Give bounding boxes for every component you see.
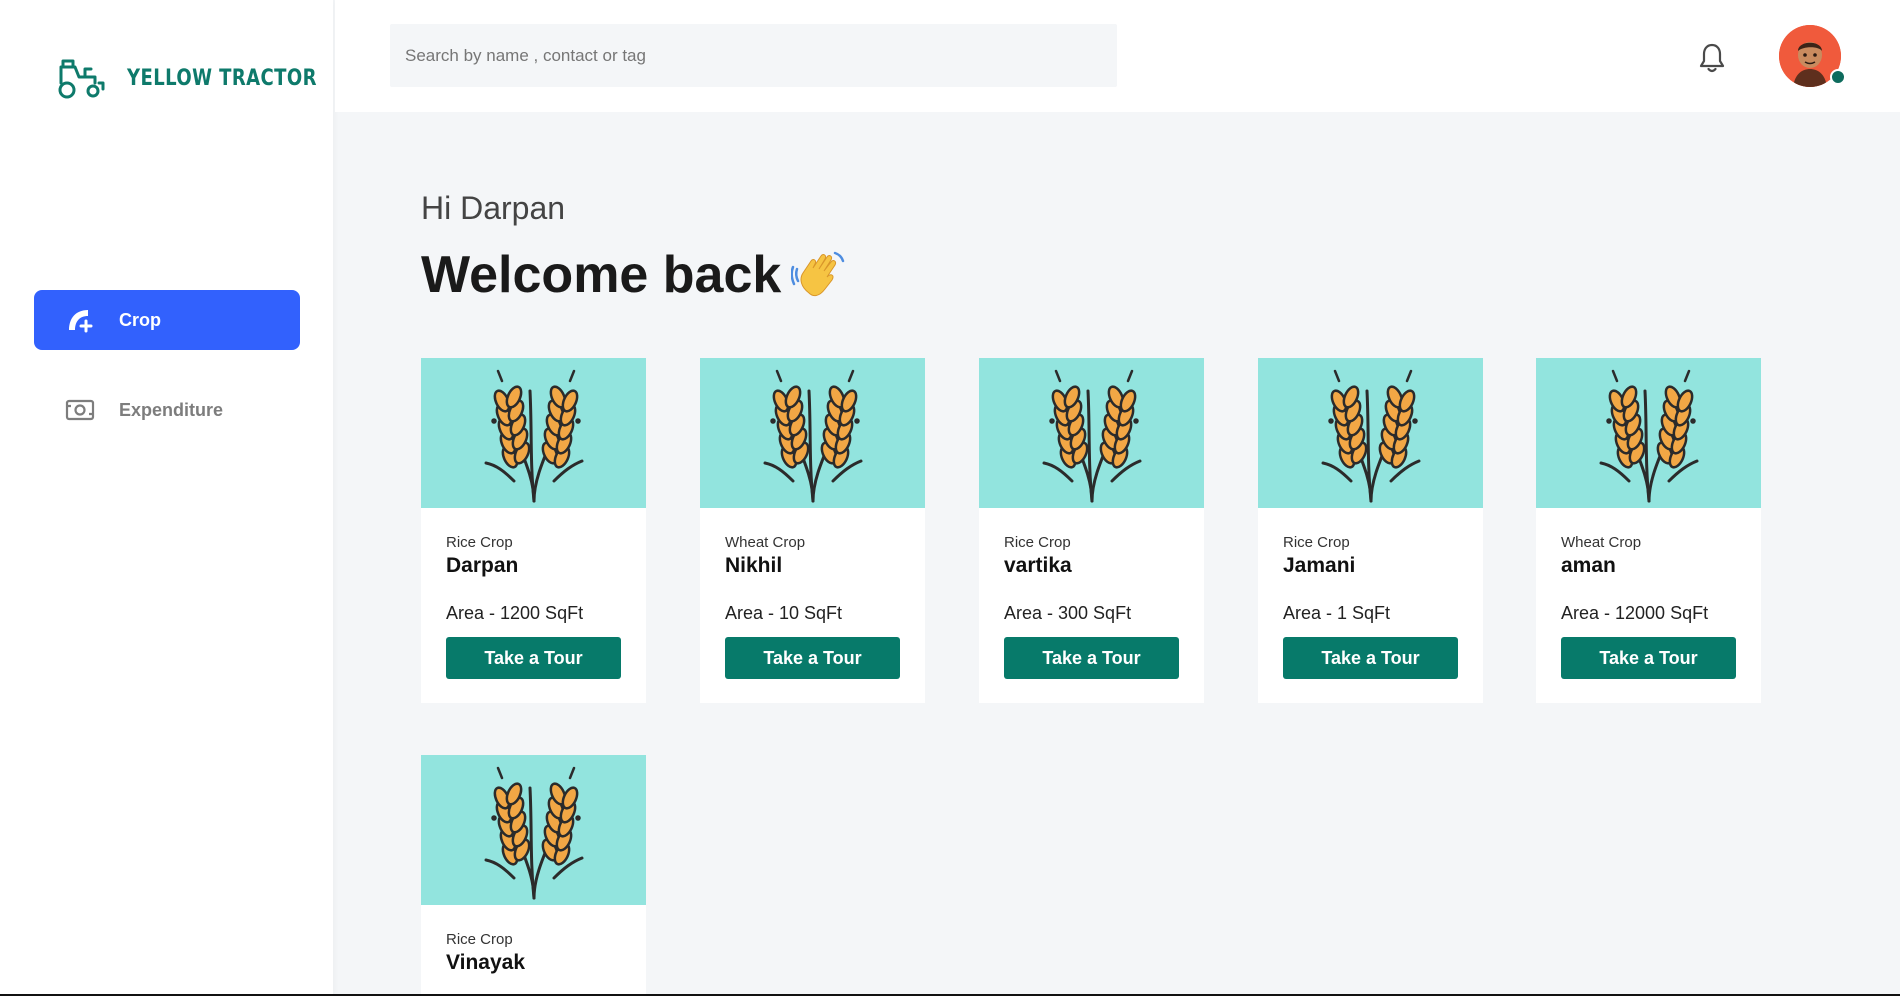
crop-type: Rice Crop [1283,534,1350,551]
crop-owner: Vinayak [446,951,526,974]
wheat-icon [1042,369,1141,502]
crop-owner: Jamani [1283,554,1356,577]
crop-card[interactable]: Rice Crop Darpan Area - 1200 SqFt Take a … [421,358,646,703]
crop-owner: Darpan [446,554,519,577]
crop-card[interactable]: Rice Crop Jamani Area - 1 SqFt Take a Tou… [1258,358,1483,703]
top-bar [335,0,1900,112]
welcome-text: Welcome back [421,246,782,304]
crop-area: Area - 10 SqFt [725,603,843,623]
wheat-icon [1321,369,1420,502]
page-title: Welcome back [421,245,847,305]
online-status-badge [1830,69,1846,85]
crop-area: Area - 1200 SqFt [446,603,584,623]
crop-area: Area - 12000 SqFt [1561,603,1709,623]
crop-area: Area - 300 SqFt [1004,603,1132,623]
take-tour-button[interactable]: Take a Tour [1561,637,1736,679]
sidebar-item-expenditure[interactable]: Expenditure [34,380,300,440]
sidebar-item-crop[interactable]: Crop [34,290,300,350]
crop-thumbnail [421,358,646,508]
take-tour-button[interactable]: Take a Tour [1283,637,1458,679]
bell-icon[interactable] [1698,42,1726,74]
sidebar-item-label: Crop [119,309,161,330]
crop-type: Rice Crop [446,534,513,551]
waving-hand-icon [791,251,845,297]
crop-thumbnail [979,358,1204,508]
crop-card[interactable]: Rice Crop Vinayak [421,755,646,996]
tractor-icon [58,59,105,99]
crop-card[interactable]: Rice Crop vartika Area - 300 SqFt Take a … [979,358,1204,703]
crop-thumbnail [1536,358,1761,508]
wheat-icon [484,369,583,502]
crop-thumbnail [421,755,646,905]
wheat-icon [484,766,583,899]
sidebar: YELLOW TRACTOR Crop Expenditure [0,0,333,996]
money-icon [65,395,95,425]
crop-owner: Nikhil [725,554,783,577]
crop-card[interactable]: Wheat Crop aman Area - 12000 SqFt Take a … [1536,358,1761,703]
take-tour-button[interactable]: Take a Tour [1004,637,1179,679]
crop-area: Area - 1 SqFt [1283,603,1391,623]
greeting-text: Hi Darpan [421,190,566,226]
crop-type: Rice Crop [1004,534,1071,551]
crop-card[interactable]: Wheat Crop Nikhil Area - 10 SqFt Take a T… [700,358,925,703]
crop-owner: vartika [1004,554,1072,577]
brand-logo[interactable]: YELLOW TRACTOR [55,57,359,99]
crop-owner: aman [1561,554,1616,577]
take-tour-button[interactable]: Take a Tour [446,637,621,679]
wheat-icon [1599,369,1698,502]
crop-type: Wheat Crop [725,534,806,551]
crop-type: Wheat Crop [1561,534,1642,551]
take-tour-button[interactable]: Take a Tour [725,637,900,679]
crop-add-icon [65,305,95,335]
crop-thumbnail [1258,358,1483,508]
search-input[interactable] [390,24,1117,87]
crop-type: Rice Crop [446,931,513,948]
brand-name: YELLOW TRACTOR [127,65,317,91]
sidebar-item-label: Expenditure [119,399,224,420]
wheat-icon [763,369,862,502]
crop-thumbnail [700,358,925,508]
